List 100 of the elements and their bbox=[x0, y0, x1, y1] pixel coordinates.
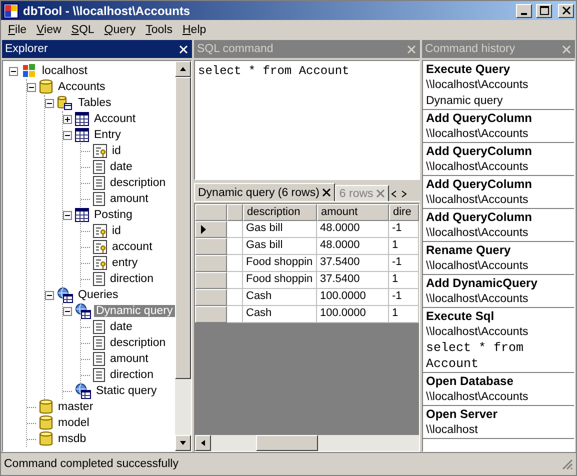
tree-item[interactable]: description bbox=[108, 337, 168, 349]
left-arrow-icon bbox=[199, 439, 207, 447]
menu-item[interactable]: Query bbox=[99, 24, 141, 36]
tree-item[interactable]: master bbox=[56, 401, 96, 413]
current-row-icon bbox=[201, 225, 206, 234]
tree-item[interactable]: id bbox=[110, 225, 123, 237]
collapse-toggle[interactable] bbox=[63, 210, 72, 220]
table-icon bbox=[75, 112, 89, 126]
history-entry-title[interactable]: Add QueryColumn bbox=[426, 209, 571, 225]
tree-item[interactable]: direction bbox=[108, 273, 156, 285]
collapse-toggle[interactable] bbox=[63, 130, 72, 140]
history-entry-title[interactable]: Add QueryColumn bbox=[426, 143, 571, 159]
column-icon bbox=[93, 352, 105, 366]
down-arrow-icon bbox=[179, 439, 187, 447]
menu-item[interactable]: Tools bbox=[140, 24, 178, 36]
menu-item[interactable]: SQL bbox=[66, 24, 100, 36]
table-cell: 100.0000 bbox=[317, 289, 389, 306]
history-entry-title[interactable]: Execute Query bbox=[426, 61, 571, 77]
panel-title: Explorer bbox=[5, 43, 49, 55]
tree-item[interactable]: date bbox=[108, 161, 134, 173]
history-entry-title[interactable]: Rename Query bbox=[426, 242, 571, 258]
globe-table-icon bbox=[75, 383, 91, 399]
resize-grip-icon[interactable] bbox=[561, 458, 573, 470]
column-header[interactable]: amount bbox=[317, 204, 389, 221]
table-cell bbox=[227, 289, 243, 306]
tree-item[interactable]: amount bbox=[108, 193, 150, 205]
column-icon bbox=[93, 272, 105, 286]
tree-item[interactable]: direction bbox=[108, 369, 156, 381]
collapse-toggle[interactable] bbox=[45, 290, 54, 300]
history-entry-detail: \\localhost\Accounts bbox=[426, 390, 530, 405]
expand-toggle[interactable] bbox=[63, 114, 72, 124]
history-entry-sql: select * from Account bbox=[426, 340, 525, 372]
tree-item[interactable]: description bbox=[108, 177, 168, 189]
result-tab[interactable]: Dynamic query (6 rows) bbox=[194, 183, 336, 201]
history-entry-detail: \\localhost\Accounts bbox=[426, 160, 530, 175]
column-header[interactable]: description bbox=[243, 204, 317, 221]
column-header[interactable]: dire bbox=[389, 204, 419, 221]
tree-item[interactable]: entry bbox=[110, 257, 140, 269]
history-entry-detail: \\localhost\Accounts bbox=[426, 193, 530, 208]
tree-item[interactable]: Accounts bbox=[56, 81, 108, 93]
tree-item[interactable]: Tables bbox=[76, 97, 114, 109]
history-entry-detail: \\localhost bbox=[426, 423, 479, 438]
column-header[interactable] bbox=[227, 204, 243, 221]
table-cell: -1 bbox=[389, 255, 419, 272]
tree-item[interactable]: Entry bbox=[92, 129, 123, 141]
table-cell: Food shoppin bbox=[243, 272, 317, 289]
window-title: dbTool - \\localhost\Accounts bbox=[23, 4, 192, 18]
tree-item[interactable]: date bbox=[108, 321, 134, 333]
minimize-button[interactable] bbox=[516, 4, 532, 18]
corner-header bbox=[195, 204, 227, 221]
table-cell: 100.0000 bbox=[317, 306, 389, 323]
table-cell bbox=[227, 272, 243, 289]
menu-item[interactable]: File bbox=[3, 24, 32, 36]
tree-item[interactable]: account bbox=[110, 241, 154, 253]
tree-item[interactable]: amount bbox=[108, 353, 150, 365]
tree-item[interactable]: Queries bbox=[76, 289, 120, 301]
history-entry-title[interactable]: Add DynamicQuery bbox=[426, 275, 571, 291]
history-entry-title[interactable]: Add QueryColumn bbox=[426, 110, 571, 126]
history-entry-detail: \\localhost\Accounts bbox=[426, 325, 530, 340]
history-entry-detail: Dynamic query bbox=[426, 94, 504, 109]
collapse-toggle[interactable] bbox=[9, 66, 18, 76]
history-entry-title[interactable]: Open Database bbox=[426, 373, 571, 389]
table-icon bbox=[75, 128, 89, 142]
tree-item[interactable]: Posting bbox=[92, 209, 134, 221]
vertical-scrollbar[interactable] bbox=[175, 61, 191, 451]
tree-item[interactable]: msdb bbox=[56, 433, 88, 445]
row-header[interactable] bbox=[195, 221, 227, 238]
menu-item[interactable]: Help bbox=[177, 24, 212, 36]
collapse-toggle[interactable] bbox=[27, 82, 36, 92]
tree-item[interactable]: model bbox=[56, 417, 92, 429]
table-cell: -1 bbox=[389, 221, 419, 238]
plus-icon bbox=[64, 116, 71, 122]
history-entry-title[interactable]: Add QueryColumn bbox=[426, 176, 571, 192]
close-button[interactable] bbox=[558, 4, 574, 18]
column-icon bbox=[93, 192, 105, 206]
key-column-icon bbox=[93, 256, 107, 270]
table-cell: Food shoppin bbox=[243, 255, 317, 272]
history-entry-title[interactable]: Open Server bbox=[426, 406, 571, 422]
collapse-toggle[interactable] bbox=[63, 306, 72, 316]
table-cell: 1 bbox=[389, 272, 419, 289]
tree-item[interactable]: Account bbox=[92, 113, 138, 125]
close-icon bbox=[322, 188, 332, 197]
table-cell: 37.5400 bbox=[317, 272, 389, 289]
tree-item[interactable]: Dynamic query bbox=[94, 305, 175, 317]
maximize-button[interactable] bbox=[536, 4, 552, 18]
menu-item[interactable]: View bbox=[32, 24, 66, 36]
chevron-left-icon bbox=[391, 190, 398, 198]
panel-title: SQL command bbox=[197, 43, 274, 55]
close-icon bbox=[406, 44, 416, 54]
history-entry-title[interactable]: Execute Sql bbox=[426, 308, 571, 324]
horizontal-scrollbar[interactable] bbox=[195, 435, 419, 451]
tree-item[interactable]: id bbox=[110, 145, 123, 157]
collapse-toggle[interactable] bbox=[45, 98, 54, 108]
tree-item[interactable]: Static query bbox=[94, 385, 159, 397]
key-column-icon bbox=[93, 240, 107, 254]
table-cell: 37.5400 bbox=[317, 255, 389, 272]
sql-editor[interactable]: select * from Account bbox=[194, 60, 420, 180]
column-icon bbox=[93, 320, 105, 334]
tree-item[interactable]: localhost bbox=[40, 65, 90, 77]
close-icon bbox=[562, 6, 570, 15]
